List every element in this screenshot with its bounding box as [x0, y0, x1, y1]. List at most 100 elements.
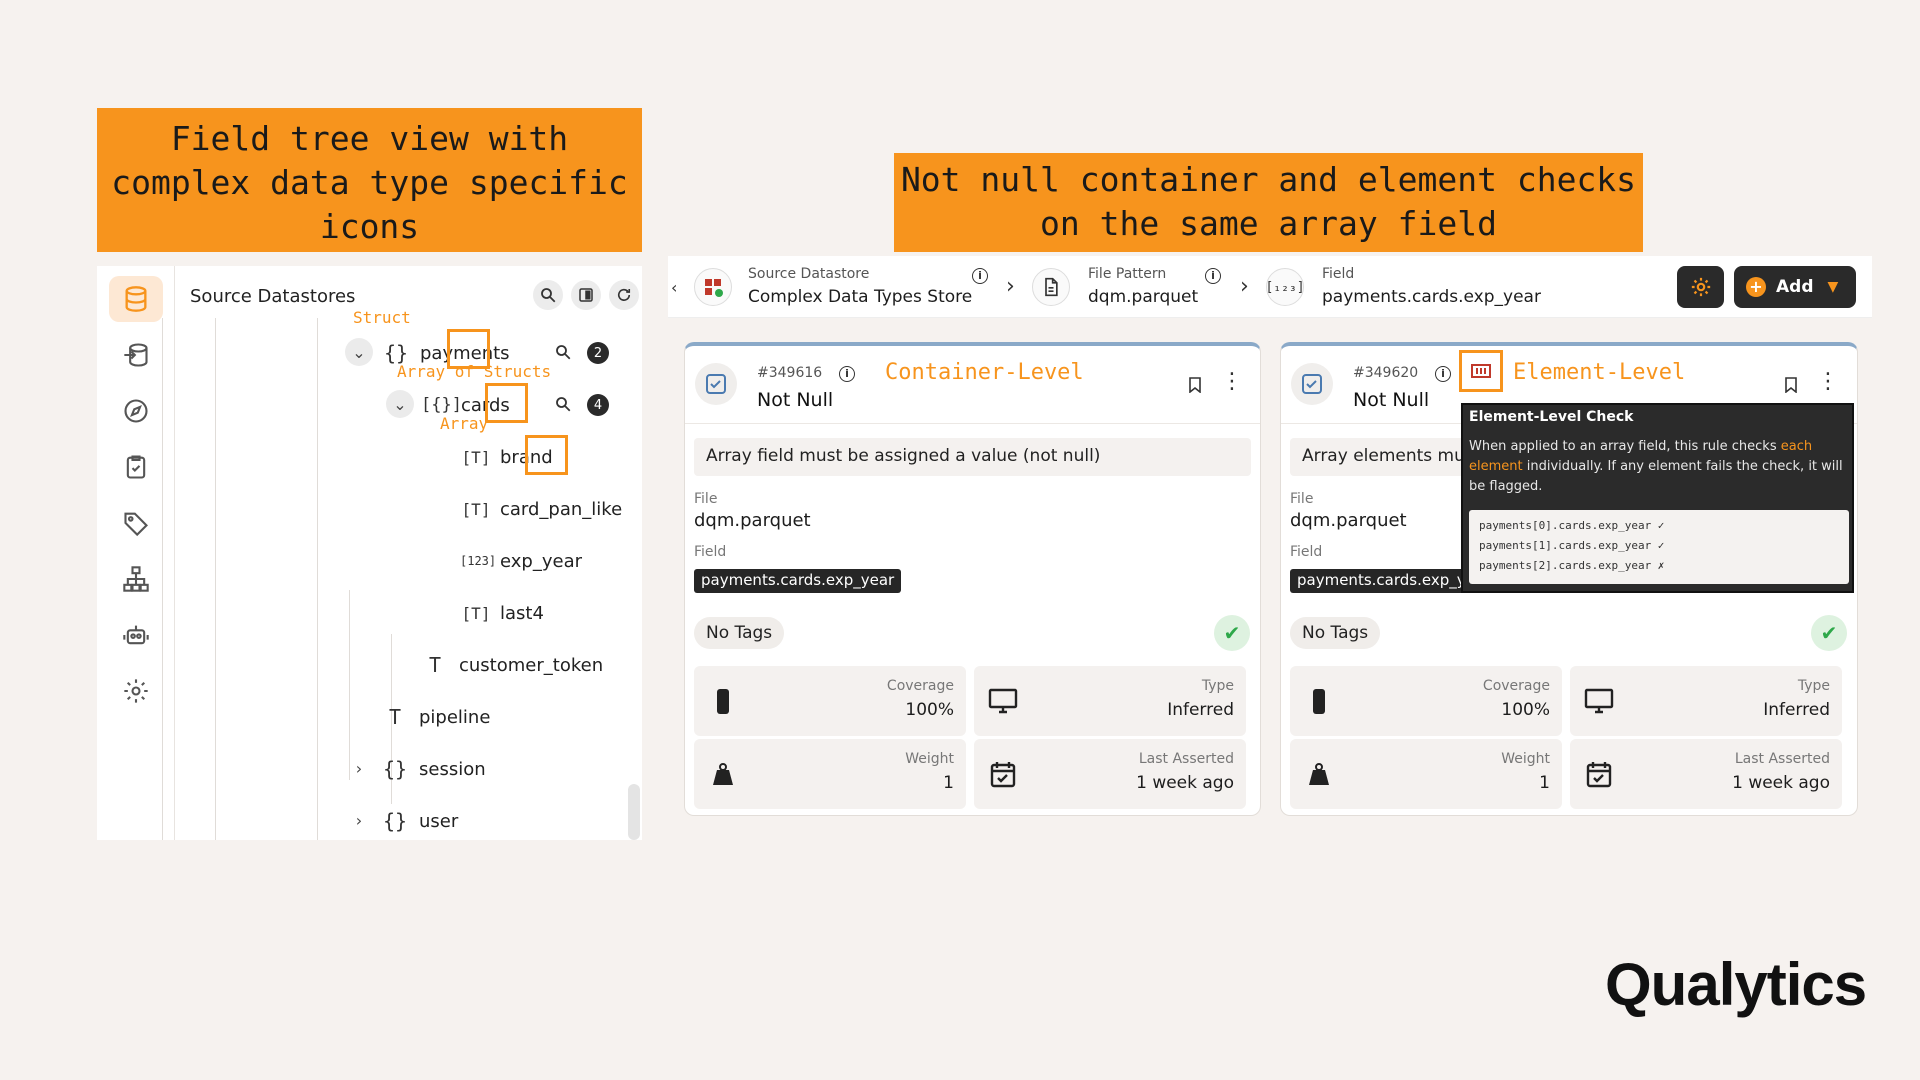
last-asserted-label: Last Asserted	[1138, 751, 1234, 767]
nav-datastores[interactable]	[109, 276, 163, 322]
passing-check-icon: ✔	[1214, 615, 1250, 651]
banner-left-line3: icons	[319, 207, 420, 246]
element-level-icon[interactable]	[1471, 364, 1491, 378]
tooltip-body-text: individually. If any element fails the c…	[1469, 459, 1843, 494]
chevron-right-icon: ›	[1240, 274, 1249, 299]
last-asserted-label: Last Asserted	[1734, 751, 1830, 767]
calendar-check-icon	[990, 762, 1016, 788]
tree-guide	[349, 590, 350, 780]
struct-icon: {}	[382, 757, 408, 781]
type-stat: Type Inferred	[974, 666, 1246, 736]
code-line: payments[2].cards.exp_year ✗	[1479, 559, 1665, 572]
back-icon[interactable]: ‹	[671, 278, 677, 297]
type-stat: Type Inferred	[1570, 666, 1842, 736]
search-icon[interactable]	[554, 395, 572, 413]
coverage-label: Coverage	[886, 678, 954, 694]
last-asserted-value: 1 week ago	[1136, 773, 1234, 793]
file-pattern-label: File Pattern	[1088, 266, 1167, 282]
nav-enrichment[interactable]	[109, 332, 163, 378]
string-array-icon: [T]	[461, 603, 491, 623]
field-link[interactable]: payments.cards.exp_year	[1322, 287, 1541, 307]
check-card-container-level[interactable]: #349616 i Not Null Container-Level ⋮ Arr…	[684, 342, 1261, 816]
add-button[interactable]: + Add ▼	[1734, 266, 1856, 308]
monitor-icon	[988, 688, 1018, 714]
banner-right-line1: Not null container and element checks	[900, 160, 1637, 199]
add-button-label: Add	[1776, 277, 1814, 297]
struct-icon: {}	[382, 809, 408, 833]
string-icon: T	[388, 705, 402, 729]
tree-node-label: last4	[500, 602, 544, 624]
coverage-value: 100%	[1501, 700, 1550, 720]
settings-button[interactable]	[1677, 266, 1724, 308]
more-options-icon[interactable]: ⋮	[1817, 371, 1839, 393]
nav-flows[interactable]	[109, 556, 163, 602]
panel-toggle-button[interactable]	[571, 280, 601, 310]
rule-name: Not Null	[1353, 389, 1430, 411]
highlight-box-array-of-structs	[485, 383, 528, 423]
plus-icon: +	[1746, 277, 1766, 297]
robot-icon	[123, 625, 149, 645]
type-label: Type	[1201, 678, 1234, 694]
tree-node-pipeline[interactable]: T pipeline	[379, 702, 490, 732]
tags-chip[interactable]: No Tags	[1290, 617, 1381, 649]
nav-checks[interactable]	[109, 444, 163, 490]
field-chip: payments.cards.exp_y	[1290, 569, 1473, 593]
expand-user-chevron[interactable]: ›	[345, 806, 373, 834]
tags-chip[interactable]: No Tags	[694, 617, 785, 649]
info-icon[interactable]: i	[1435, 366, 1451, 382]
database-icon	[125, 286, 147, 312]
expand-cards-chevron[interactable]: ⌄	[386, 390, 414, 418]
bookmark-icon[interactable]	[1188, 377, 1202, 393]
annotation-array-of-structs: Array of Structs	[397, 362, 552, 381]
more-options-icon[interactable]: ⋮	[1221, 371, 1243, 393]
rule-description: Array field must be assigned a value (no…	[694, 438, 1251, 476]
tree-node-session[interactable]: {} session	[379, 754, 486, 784]
rule-id: #349620	[1353, 365, 1419, 381]
file-value: dqm.parquet	[1290, 510, 1407, 531]
weight-stat: Weight 1	[1290, 739, 1562, 809]
file-pattern-avatar	[1032, 268, 1070, 306]
file-pattern-link[interactable]: dqm.parquet	[1088, 287, 1198, 307]
refresh-button[interactable]	[609, 280, 639, 310]
count-badge: 2	[587, 342, 609, 364]
datastore-logo-icon	[705, 279, 723, 297]
bookmark-icon[interactable]	[1784, 377, 1798, 393]
tree-node-label: exp_year	[500, 550, 582, 572]
datastore-label: Source Datastore	[748, 266, 870, 282]
tree-node-user[interactable]: {} user	[379, 806, 458, 836]
info-icon[interactable]: i	[1205, 268, 1221, 284]
passing-check-icon: ✔	[1811, 615, 1847, 651]
tree-node-last4[interactable]: [T] last4	[460, 598, 544, 628]
nav-agents[interactable]	[109, 612, 163, 658]
nav-tags[interactable]	[109, 500, 163, 546]
string-icon: T	[428, 653, 442, 677]
tree-node-exp-year[interactable]: [123] exp_year	[460, 546, 582, 576]
array-of-structs-icon: [{}]	[421, 395, 462, 415]
search-button[interactable]	[533, 280, 563, 310]
weight-icon	[713, 763, 733, 785]
expand-payments-chevron[interactable]: ⌄	[345, 338, 373, 366]
nav-explore[interactable]	[109, 388, 163, 434]
checkbox-check-icon	[1302, 374, 1322, 394]
datastore-link[interactable]: Complex Data Types Store	[748, 287, 972, 307]
level-title: Element-Level	[1513, 360, 1686, 385]
info-icon[interactable]: i	[972, 268, 988, 284]
tree-node-card-pan-like[interactable]: [T] card_pan_like	[460, 494, 623, 524]
count-badge: 4	[587, 394, 609, 416]
clipboard-check-icon	[126, 455, 146, 479]
expand-session-chevron[interactable]: ›	[345, 754, 373, 782]
refresh-icon	[617, 288, 631, 301]
nav-settings[interactable]	[109, 668, 163, 714]
search-icon[interactable]	[554, 343, 572, 361]
file-icon	[1045, 277, 1058, 297]
info-icon[interactable]: i	[839, 366, 855, 382]
tree-area: Source Datastores ⌄ {} payments 2 ⌄ [{}]…	[162, 266, 642, 840]
check-type-avatar	[695, 363, 737, 405]
annotation-banner-left: Field tree view with complex data type s…	[97, 108, 642, 252]
level-title: Container-Level	[885, 360, 1084, 385]
tree-node-customer-token[interactable]: T customer_token	[419, 650, 603, 680]
string-array-icon: [T]	[461, 447, 491, 467]
last-asserted-value: 1 week ago	[1732, 773, 1830, 793]
code-line: payments[0].cards.exp_year ✓	[1479, 519, 1665, 532]
scrollbar[interactable]	[628, 784, 640, 840]
